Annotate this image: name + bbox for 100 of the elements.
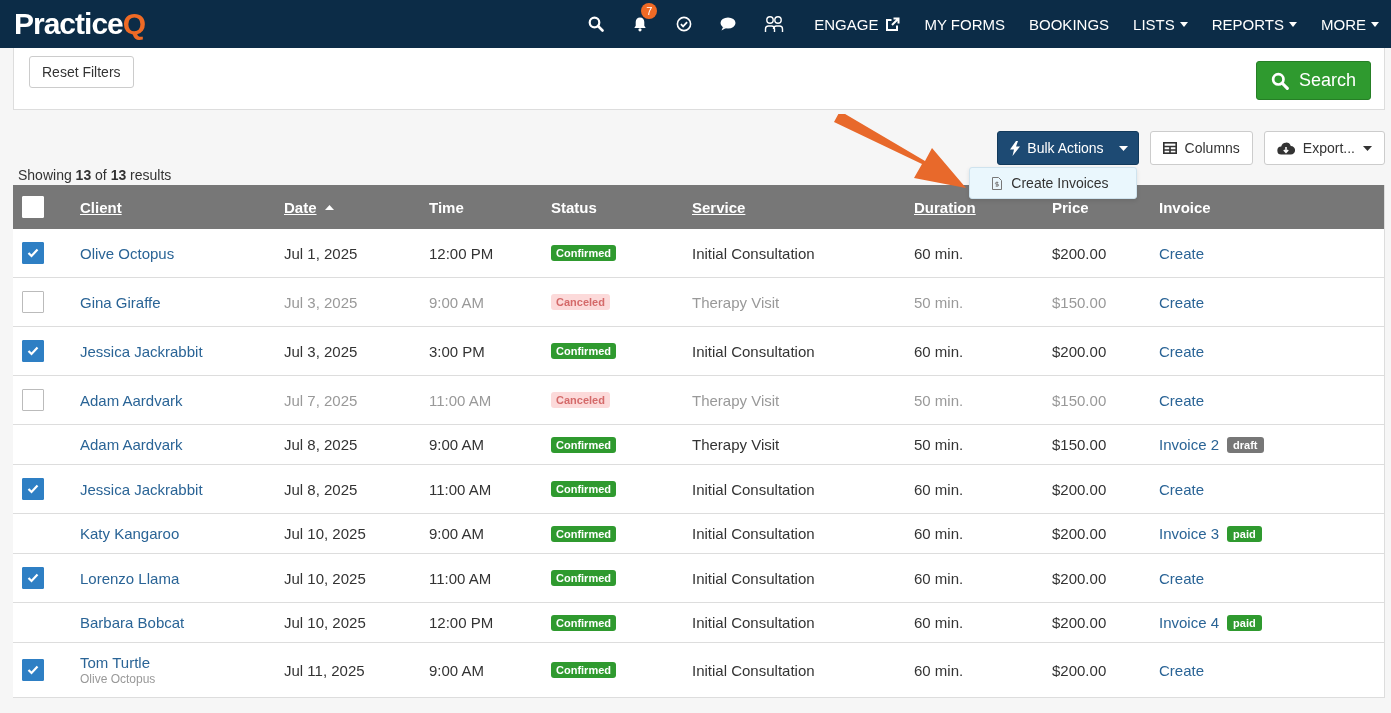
status-badge: Confirmed [551, 481, 616, 497]
price-cell: $200.00 [1052, 569, 1107, 587]
person-name-link[interactable]: Olive Octopus [80, 244, 175, 262]
service-cell: Initial Consultation [692, 480, 815, 498]
person-name-link[interactable]: Barbara Bobcat [80, 614, 185, 631]
invoice-link[interactable]: Invoice 3 [1159, 525, 1220, 542]
client-note: Olive Octopus [80, 672, 156, 686]
status-badge: Canceled [551, 294, 610, 310]
results-count: Showing 13 of 13 results [18, 167, 172, 183]
row-checkbox[interactable] [22, 242, 44, 264]
duration-cell: 60 min. [914, 661, 964, 679]
invoice-link[interactable]: Create [1159, 342, 1205, 360]
person-name-link[interactable]: Katy Kangaroo [80, 525, 180, 542]
nav-link[interactable]: MY FORMS [912, 15, 1018, 33]
date-cell: Jul 10, 2025 [284, 525, 366, 542]
row-checkbox[interactable] [22, 567, 44, 589]
time-cell: 9:00 AM [429, 525, 485, 542]
time-cell: 11:00 AM [429, 569, 492, 587]
checkmark-icon [27, 665, 39, 675]
reset-filters-button[interactable]: Reset Filters [29, 56, 134, 88]
chat-icon[interactable] [720, 17, 737, 31]
invoice-link[interactable]: Create [1159, 244, 1205, 262]
nav-link[interactable]: REPORTS [1199, 15, 1309, 33]
status-badge: Confirmed [551, 525, 616, 542]
person-name-link[interactable]: Gina Giraffe [80, 293, 161, 311]
duration-cell: 50 min. [914, 293, 964, 311]
service-cell: Initial Consultation [692, 244, 815, 262]
invoice-link[interactable]: Create [1159, 293, 1205, 311]
invoice-link[interactable]: Create [1159, 661, 1205, 679]
service-cell: Therapy Visit [692, 293, 780, 311]
row-checkbox[interactable] [22, 291, 44, 313]
bulk-actions-button[interactable]: Bulk Actions [997, 131, 1139, 165]
status-badge: Confirmed [551, 614, 616, 631]
invoice-link[interactable]: Create [1159, 480, 1205, 498]
select-all-checkbox[interactable] [22, 196, 44, 218]
price-cell: $200.00 [1052, 342, 1107, 360]
invoice-link[interactable]: Invoice 4 [1159, 614, 1220, 631]
time-cell: 11:00 AM [429, 480, 492, 498]
price-cell: $200.00 [1052, 525, 1107, 542]
time-cell: 12:00 PM [429, 614, 494, 631]
row-checkbox[interactable] [22, 340, 44, 362]
date-cell: Jul 1, 2025 [284, 244, 358, 262]
service-cell: Therapy Visit [692, 436, 780, 453]
date-cell: Jul 7, 2025 [284, 391, 358, 409]
invoice-status-badge: paid [1227, 614, 1262, 631]
invoice-link[interactable]: Create [1159, 569, 1205, 587]
person-name-link[interactable]: Adam Aardvark [80, 436, 183, 453]
time-cell: 9:00 AM [429, 436, 485, 453]
columns-button[interactable]: Columns [1149, 131, 1253, 165]
duration-cell: 50 min. [914, 391, 964, 409]
export-button[interactable]: Export... [1263, 131, 1385, 165]
lightning-icon [1010, 140, 1021, 156]
search-button[interactable]: Search [1255, 61, 1371, 100]
price-cell: $150.00 [1052, 293, 1107, 311]
nav-link[interactable]: LISTS [1121, 15, 1200, 33]
nav-link[interactable]: BOOKINGS [1017, 15, 1122, 33]
person-name-link[interactable]: Adam Aardvark [80, 391, 183, 409]
nav-link[interactable]: ENGAGE [798, 15, 913, 33]
notification-badge: 7 [641, 3, 658, 19]
create-invoices-menu-item[interactable]: Create Invoices [970, 171, 1137, 195]
date-cell: Jul 10, 2025 [284, 614, 366, 631]
price-cell: $200.00 [1052, 614, 1107, 631]
invoice-status-badge: draft [1227, 436, 1264, 453]
price-cell: $200.00 [1052, 661, 1107, 679]
person-name-link[interactable]: Lorenzo Llama [80, 569, 180, 587]
date-cell: Jul 3, 2025 [284, 342, 358, 360]
date-cell: Jul 8, 2025 [284, 436, 358, 453]
price-cell: $200.00 [1052, 244, 1107, 262]
time-cell: 9:00 AM [429, 293, 485, 311]
date-cell: Jul 11, 2025 [284, 661, 365, 679]
person-name-link[interactable]: Tom Turtle [80, 654, 151, 671]
invoice-status-badge: paid [1227, 525, 1262, 542]
person-name-link[interactable]: Jessica Jackrabbit [80, 480, 203, 498]
service-cell: Initial Consultation [692, 342, 815, 360]
row-checkbox[interactable] [22, 659, 44, 681]
column-sort-link[interactable]: Service [692, 198, 746, 216]
status-badge: Confirmed [551, 570, 616, 586]
duration-cell: 60 min. [914, 480, 964, 498]
column-sort-link[interactable]: Date [284, 198, 317, 216]
date-cell: Jul 3, 2025 [284, 293, 358, 311]
search-icon [1270, 71, 1289, 90]
date-cell: Jul 8, 2025 [284, 480, 358, 498]
logo[interactable]: PracticeQ [14, 7, 146, 41]
service-cell: Initial Consultation [692, 569, 815, 587]
checkmark-icon [27, 346, 39, 356]
column-sort-link[interactable]: Duration [914, 198, 976, 216]
search-icon[interactable] [588, 16, 605, 32]
check-circle-icon[interactable] [676, 16, 693, 32]
people-icon[interactable] [764, 15, 785, 33]
row-checkbox[interactable] [22, 478, 44, 500]
time-cell: 9:00 AM [429, 661, 485, 679]
duration-cell: 60 min. [914, 569, 964, 587]
invoice-link[interactable]: Invoice 2 [1159, 436, 1220, 453]
duration-cell: 60 min. [914, 244, 964, 262]
column-sort-link[interactable]: Client [80, 198, 122, 216]
nav-link[interactable]: MORE [1309, 15, 1391, 33]
person-name-link[interactable]: Jessica Jackrabbit [80, 342, 203, 360]
column-header: Time [429, 198, 464, 216]
invoice-link[interactable]: Create [1159, 391, 1205, 409]
row-checkbox[interactable] [22, 389, 44, 411]
